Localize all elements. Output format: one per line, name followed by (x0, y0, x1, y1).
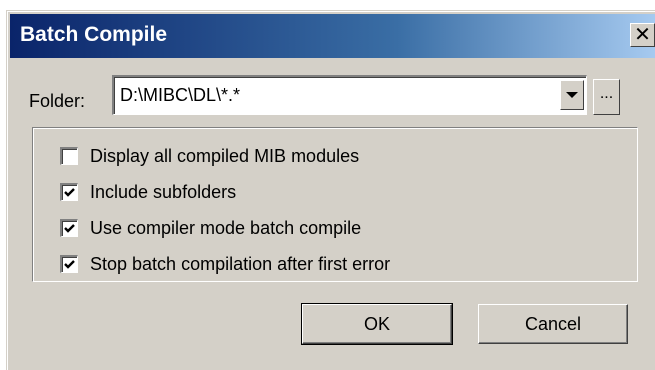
options-group: Display all compiled MIB modules Include… (32, 127, 638, 282)
check-icon (64, 260, 75, 269)
title-bar[interactable]: Batch Compile ✕ (10, 14, 655, 58)
folder-dropdown-button[interactable] (560, 80, 584, 110)
option-label: Stop batch compilation after first error (90, 253, 391, 274)
option-label: Use compiler mode batch compile (90, 217, 362, 238)
checkbox-include-subfolders[interactable] (60, 183, 78, 201)
dialog-title: Batch Compile (20, 23, 168, 46)
option-stop-after-first-error[interactable]: Stop batch compilation after first error (60, 252, 390, 276)
close-icon: ✕ (634, 24, 651, 46)
ok-button[interactable]: OK (301, 303, 453, 345)
folder-label: Folder: (29, 91, 86, 111)
folder-path-value[interactable]: D:\MIBC\DL\*.* (120, 85, 240, 106)
option-display-all-modules[interactable]: Display all compiled MIB modules (60, 144, 359, 168)
check-icon (64, 224, 75, 233)
option-compiler-mode-batch[interactable]: Use compiler mode batch compile (60, 216, 361, 240)
option-include-subfolders[interactable]: Include subfolders (60, 180, 236, 204)
browse-button[interactable]: ... (593, 79, 620, 115)
chevron-down-icon (566, 92, 578, 98)
checkbox-stop-after-first-error[interactable] (60, 255, 78, 273)
checkbox-display-all-modules[interactable] (60, 147, 78, 165)
folder-combobox[interactable]: D:\MIBC\DL\*.* (112, 75, 587, 115)
close-button[interactable]: ✕ (630, 23, 655, 47)
option-label: Display all compiled MIB modules (90, 145, 360, 166)
cancel-button[interactable]: Cancel (478, 304, 628, 344)
check-icon (64, 188, 75, 197)
option-label: Include subfolders (90, 181, 237, 202)
checkbox-compiler-mode-batch[interactable] (60, 219, 78, 237)
